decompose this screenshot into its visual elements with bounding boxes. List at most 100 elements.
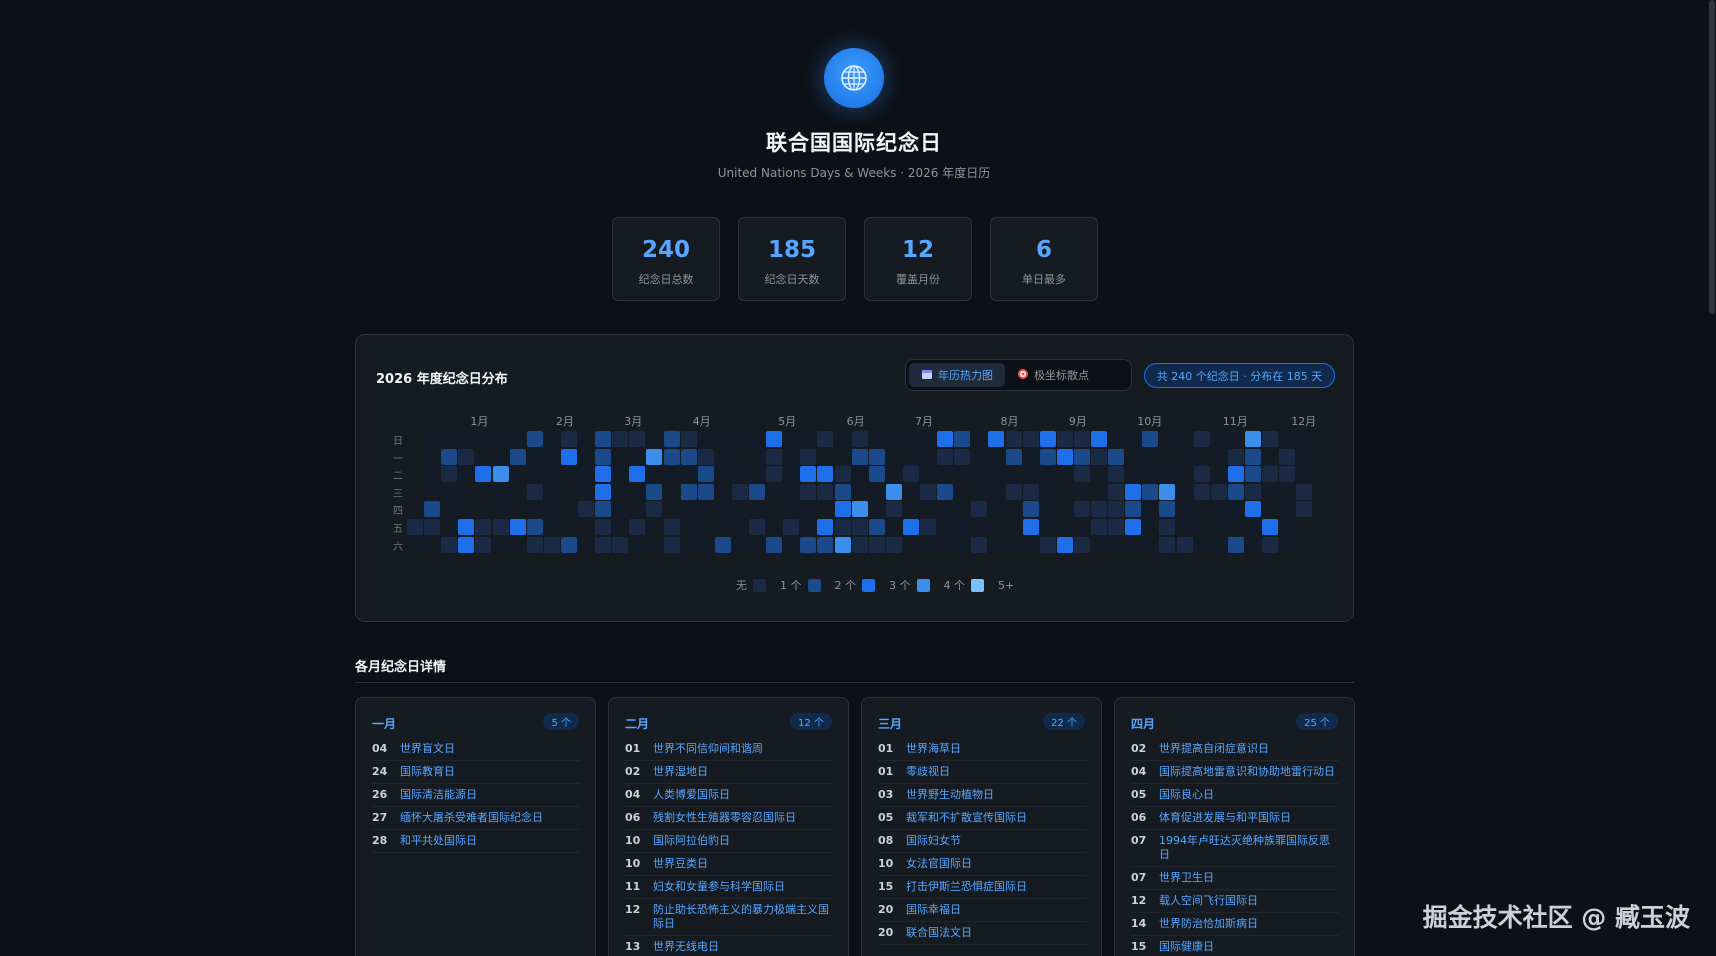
heatmap-cell[interactable] [1056,519,1073,535]
heatmap-cell[interactable] [560,448,577,465]
heatmap-cell[interactable] [1296,431,1313,447]
list-item[interactable]: 15 打击伊斯兰恐惧症国际日 [878,876,1086,899]
heatmap-cell[interactable] [731,519,748,535]
heatmap-cell[interactable] [629,466,646,483]
heatmap-cell[interactable] [1244,448,1261,465]
heatmap-cell[interactable] [1244,536,1261,553]
heatmap-cell[interactable] [834,483,851,500]
heatmap-cell[interactable] [680,431,697,447]
heatmap-cell[interactable] [424,501,441,518]
heatmap-cell[interactable] [1210,466,1227,483]
list-item[interactable]: 15 国际健康日 [1131,936,1339,956]
heatmap-cell[interactable] [731,466,748,483]
heatmap-cell[interactable] [1142,519,1159,535]
heatmap-cell[interactable] [1193,431,1210,447]
heatmap-cell[interactable] [1039,448,1056,465]
heatmap-cell[interactable] [731,536,748,553]
heatmap-cell[interactable] [560,466,577,483]
heatmap-cell[interactable] [868,501,885,518]
heatmap-cell[interactable] [458,536,475,553]
heatmap-cell[interactable] [988,483,1005,500]
list-item[interactable]: 04 国际提高地雷意识和协助地雷行动日 [1131,761,1339,784]
heatmap-cell[interactable] [800,483,817,500]
heatmap-cell[interactable] [954,519,971,535]
heatmap-cell[interactable] [663,483,680,500]
heatmap-cell[interactable] [1005,483,1022,500]
heatmap-cell[interactable] [1142,501,1159,518]
heatmap-cell[interactable] [1279,519,1296,535]
heatmap-cell[interactable] [543,536,560,553]
heatmap-cell[interactable] [1039,483,1056,500]
heatmap-cell[interactable] [475,519,492,535]
heatmap-cell[interactable] [1056,431,1073,447]
heatmap-cell[interactable] [1142,431,1159,447]
heatmap-cell[interactable] [1073,448,1090,465]
list-item[interactable]: 05 裁军和不扩散宣传国际日 [878,807,1086,830]
heatmap-cell[interactable] [954,448,971,465]
observance-name[interactable]: 国际良心日 [1159,788,1214,802]
heatmap-cell[interactable] [766,536,783,553]
heatmap-cell[interactable] [458,431,475,447]
heatmap-cell[interactable] [458,483,475,500]
heatmap-cell[interactable] [680,466,697,483]
heatmap-cell[interactable] [1227,536,1244,553]
heatmap-cell[interactable] [1262,448,1278,465]
list-item[interactable]: 24 国际教育日 [372,761,580,784]
observance-name[interactable]: 国际阿拉伯豹日 [653,834,730,848]
heatmap-cell[interactable] [1005,501,1022,518]
heatmap-cell[interactable] [1159,501,1176,518]
list-item[interactable]: 02 世界提高自闭症意识日 [1131,738,1339,761]
heatmap-cell[interactable] [920,448,936,465]
heatmap-cell[interactable] [595,519,612,535]
heatmap-cell[interactable] [920,536,936,553]
heatmap-cell[interactable] [817,466,834,483]
heatmap-cell[interactable] [492,483,509,500]
heatmap-cell[interactable] [868,448,885,465]
heatmap-cell[interactable] [1056,501,1073,518]
heatmap-cell[interactable] [680,483,697,500]
heatmap-cell[interactable] [800,501,817,518]
heatmap-cell[interactable] [612,536,629,553]
heatmap-cell[interactable] [1279,466,1296,483]
heatmap-cell[interactable] [817,501,834,518]
heatmap-cell[interactable] [697,466,714,483]
observance-name[interactable]: 缅怀大屠杀受难者国际纪念日 [400,811,543,825]
heatmap-cell[interactable] [971,519,988,535]
list-item[interactable]: 08 国际妇女节 [878,830,1086,853]
observance-name[interactable]: 世界野生动植物日 [906,788,994,802]
heatmap-cell[interactable] [971,501,988,518]
heatmap-cell[interactable] [1210,519,1227,535]
heatmap-cell[interactable] [800,466,817,483]
heatmap-cell[interactable] [1108,501,1125,518]
heatmap-cell[interactable] [1159,448,1176,465]
heatmap-cell[interactable] [612,466,629,483]
heatmap-cell[interactable] [595,536,612,553]
heatmap-cell[interactable] [920,466,936,483]
heatmap-cell[interactable] [441,483,458,500]
heatmap-cell[interactable] [714,519,731,535]
heatmap-cell[interactable] [1227,501,1244,518]
heatmap-cell[interactable] [543,519,560,535]
heatmap-cell[interactable] [509,431,526,447]
heatmap-cell[interactable] [663,431,680,447]
heatmap-cell[interactable] [492,536,509,553]
heatmap-cell[interactable] [1296,501,1313,518]
heatmap-cell[interactable] [1193,466,1210,483]
heatmap-cell[interactable] [834,536,851,553]
heatmap-cell[interactable] [1108,448,1125,465]
heatmap-cell[interactable] [731,431,748,447]
list-item[interactable]: 07 1994年卢旺达灭绝种族罪国际反思日 [1131,830,1339,867]
heatmap-cell[interactable] [937,483,954,500]
heatmap-cell[interactable] [851,448,868,465]
heatmap-cell[interactable] [834,519,851,535]
heatmap-cell[interactable] [1073,519,1090,535]
heatmap-cell[interactable] [475,501,492,518]
list-item[interactable]: 11 妇女和女童参与科学国际日 [625,876,833,899]
heatmap-cell[interactable] [1073,536,1090,553]
heatmap-cell[interactable] [885,536,902,553]
heatmap-cell[interactable] [834,431,851,447]
heatmap-cell[interactable] [595,431,612,447]
heatmap-cell[interactable] [1193,501,1210,518]
heatmap-cell[interactable] [868,519,885,535]
heatmap-cell[interactable] [526,448,543,465]
